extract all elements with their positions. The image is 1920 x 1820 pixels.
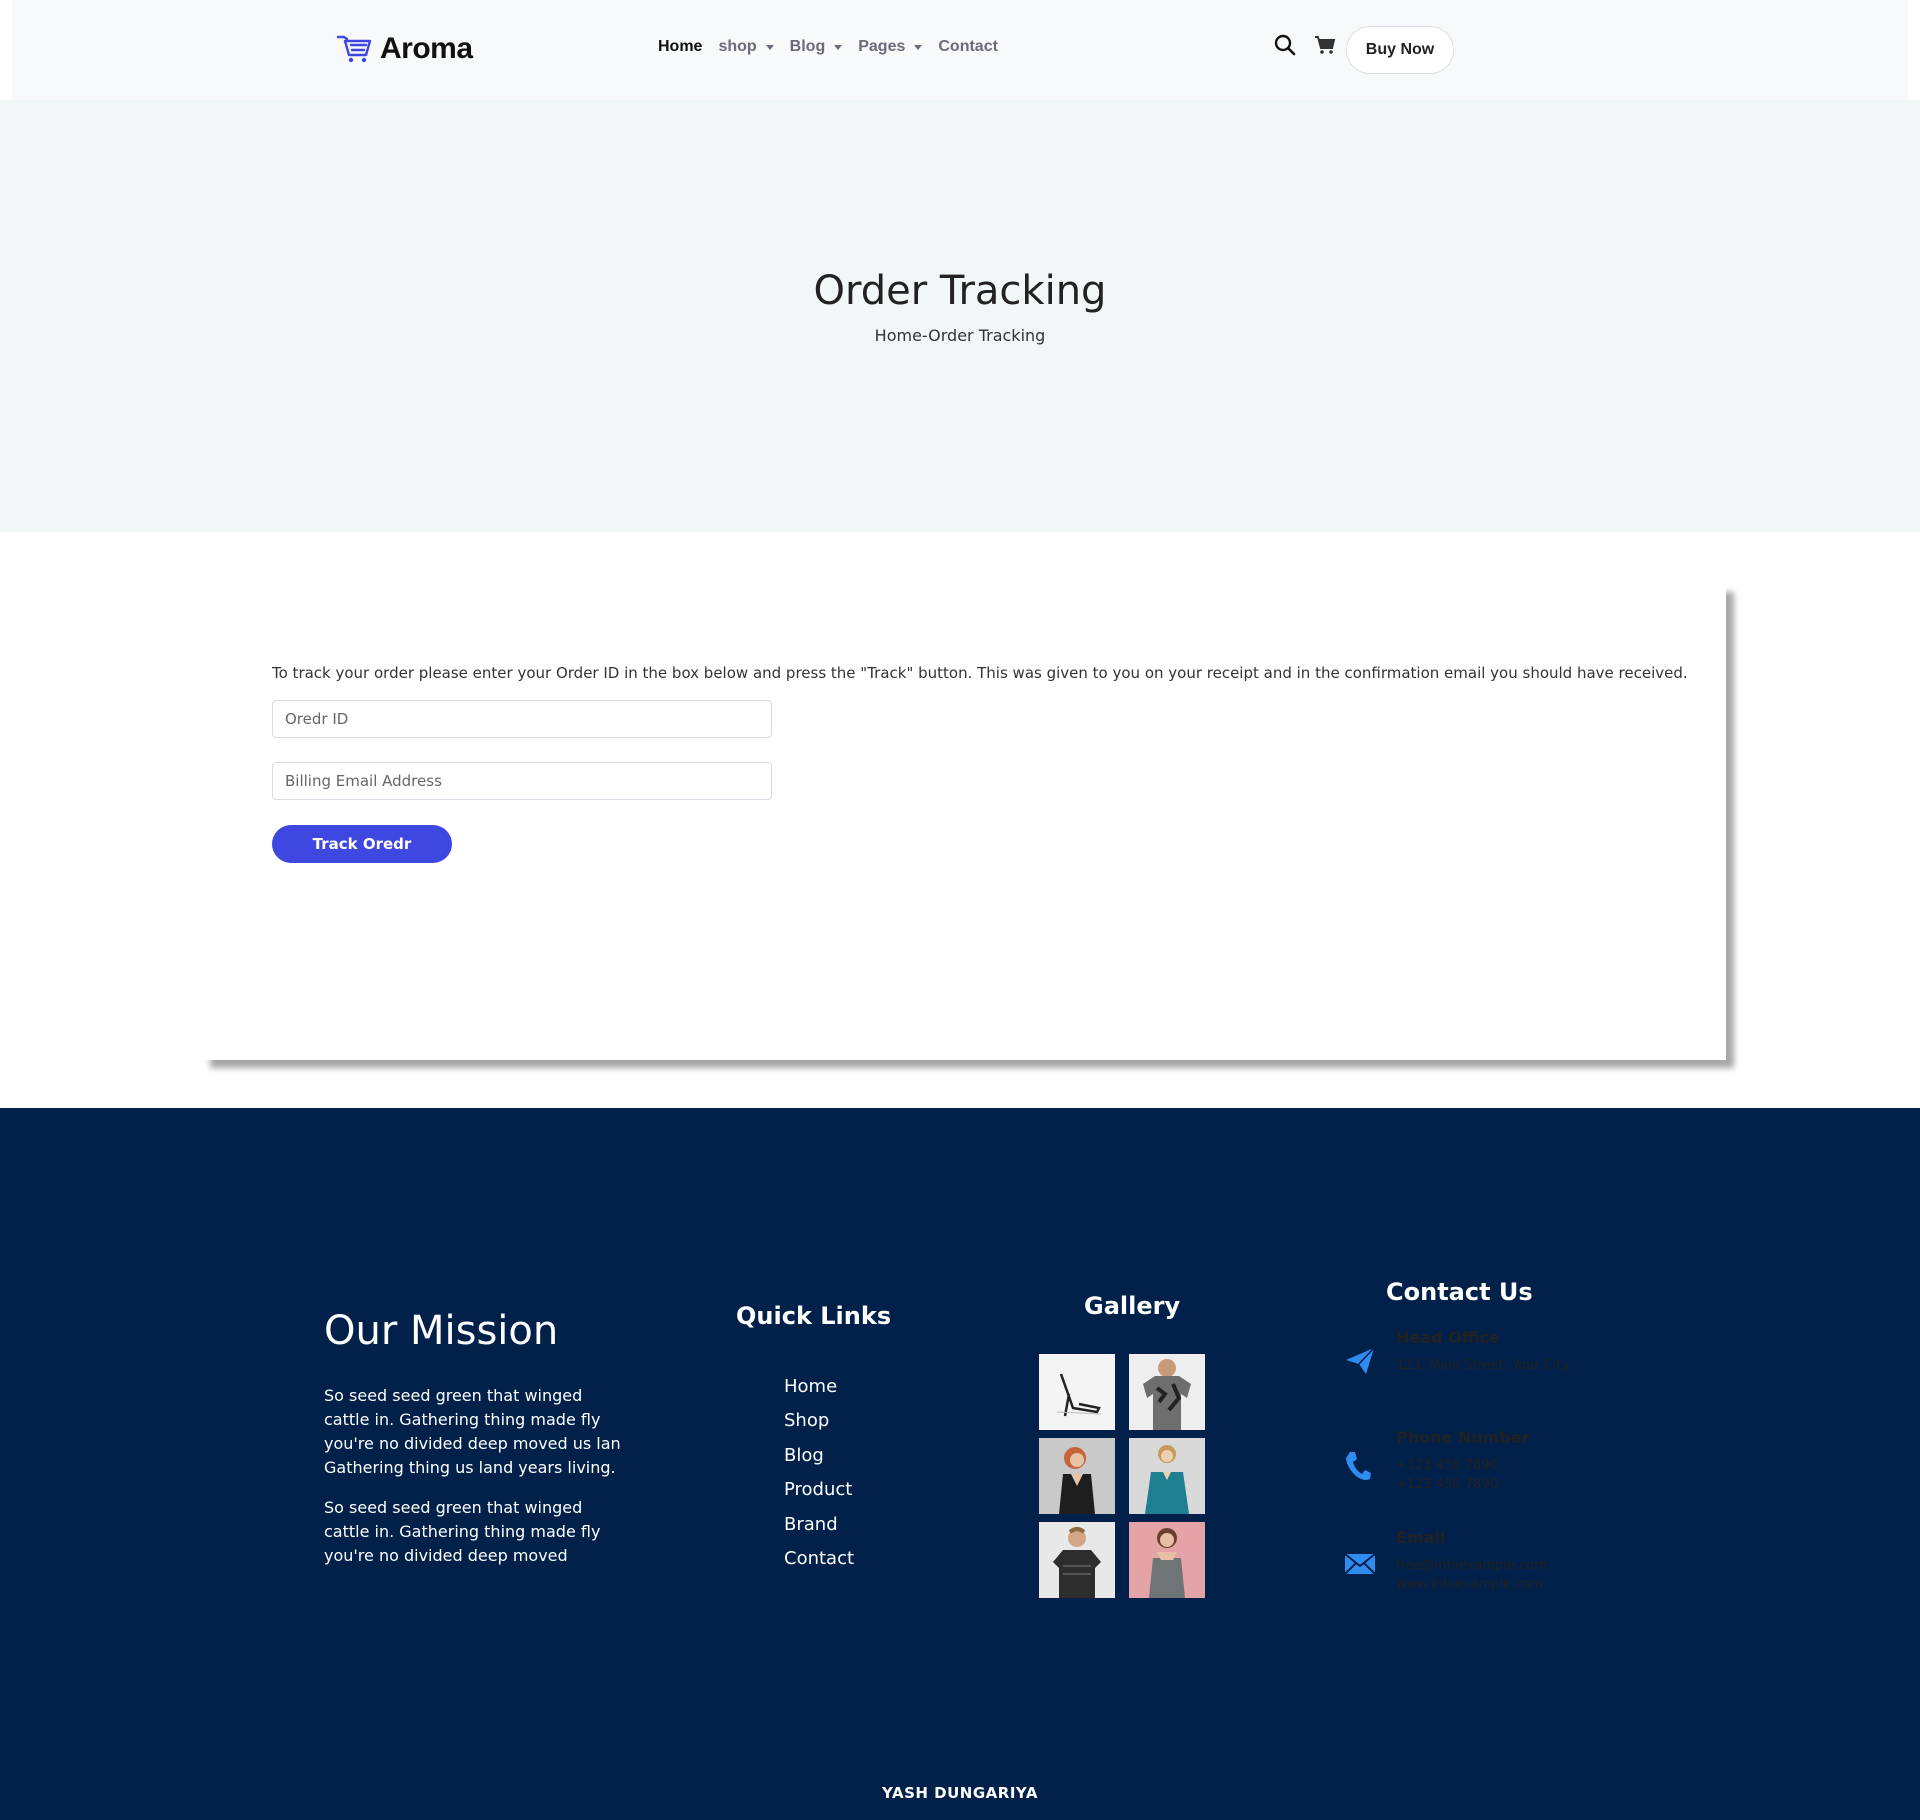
order-tracking-card: To track your order please enter your Or… — [202, 584, 1726, 1060]
mission-paragraph: So seed seed green that winged cattle in… — [324, 1498, 601, 1565]
breadcrumb[interactable]: Home-Order Tracking — [0, 326, 1920, 345]
gallery-title: Gallery — [1084, 1292, 1181, 1320]
contact-title: Contact Us — [1386, 1278, 1533, 1306]
quick-links-list: Home Shop Blog Product Brand Contact — [784, 1370, 854, 1576]
gallery-image-woman-black-dress[interactable] — [1039, 1438, 1115, 1514]
contact-label: Phone Number — [1396, 1428, 1530, 1447]
quick-link-contact[interactable]: Contact — [784, 1542, 854, 1576]
contact-value: 123, Main Street, Your City — [1396, 1358, 1570, 1373]
navbar: Aroma Home shop Blog Pages Contact Buy N… — [12, 0, 1908, 100]
mission-paragraph: So seed seed green that winged cattle in… — [324, 1386, 621, 1477]
paper-plane-icon — [1346, 1347, 1375, 1374]
mission-title: Our Mission — [324, 1308, 559, 1354]
quick-link-blog[interactable]: Blog — [784, 1439, 854, 1473]
caret-down-icon — [914, 44, 923, 50]
gallery-image-woman-grey-top[interactable] — [1129, 1522, 1205, 1598]
page-title: Order Tracking — [813, 268, 1107, 314]
gallery-image-man-jersey[interactable] — [1039, 1522, 1115, 1598]
contact-value[interactable]: www.infoexample.com — [1396, 1575, 1543, 1594]
cart-icon[interactable] — [1314, 35, 1336, 55]
quick-link-shop[interactable]: Shop — [784, 1404, 854, 1438]
gallery-image-camo-tshirt[interactable] — [1129, 1354, 1205, 1430]
quick-link-brand[interactable]: Brand — [784, 1508, 854, 1542]
nav-item-contact[interactable]: Contact — [938, 38, 998, 56]
contact-value[interactable]: +123 456 7890 — [1396, 1475, 1498, 1494]
quick-link-product[interactable]: Product — [784, 1473, 854, 1507]
main-nav: Home shop Blog Pages Contact — [658, 38, 1014, 56]
quick-links-title: Quick Links — [736, 1302, 892, 1330]
cart-logo-icon — [336, 35, 372, 63]
nav-item-shop[interactable]: shop — [718, 38, 774, 56]
quick-link-home[interactable]: Home — [784, 1370, 854, 1404]
gallery-image-heel-sandal[interactable] — [1039, 1354, 1115, 1430]
page-banner: Order Tracking Home-Order Tracking — [0, 100, 1920, 532]
nav-item-label: Contact — [938, 38, 998, 55]
nav-item-label: Pages — [858, 38, 906, 55]
gallery-image-woman-teal-dress[interactable] — [1129, 1438, 1205, 1514]
nav-icons — [1274, 34, 1336, 56]
envelope-icon — [1344, 1553, 1376, 1575]
nav-item-home[interactable]: Home — [658, 38, 702, 56]
nav-item-label: Blog — [789, 38, 826, 55]
nav-item-label: Home — [658, 38, 703, 55]
phone-icon — [1346, 1452, 1371, 1480]
nav-item-blog[interactable]: Blog — [790, 38, 843, 56]
buy-now-button[interactable]: Buy Now — [1346, 26, 1454, 74]
contact-value[interactable]: +123 456 7890 — [1396, 1456, 1498, 1475]
brand-name: Aroma — [380, 32, 473, 65]
contact-label: Head Office — [1396, 1328, 1500, 1347]
billing-email-input[interactable] — [272, 762, 772, 800]
caret-down-icon — [765, 44, 774, 50]
tracking-instructions: To track your order please enter your Or… — [272, 664, 1688, 682]
gallery-grid — [1039, 1354, 1205, 1598]
order-id-input[interactable] — [272, 700, 772, 738]
caret-down-icon — [834, 44, 843, 50]
logo[interactable]: Aroma — [336, 32, 473, 66]
nav-item-label: shop — [718, 38, 757, 55]
contact-value[interactable]: free@infoexample.com — [1396, 1556, 1547, 1575]
search-icon[interactable] — [1274, 34, 1296, 56]
footer: Our Mission So seed seed green that wing… — [0, 1108, 1920, 1820]
footer-credit: YASH DUNGARIYA — [882, 1784, 1038, 1802]
nav-item-pages[interactable]: Pages — [858, 38, 923, 56]
track-order-button[interactable]: Track Oredr — [272, 825, 452, 863]
contact-label: Email — [1396, 1528, 1446, 1547]
